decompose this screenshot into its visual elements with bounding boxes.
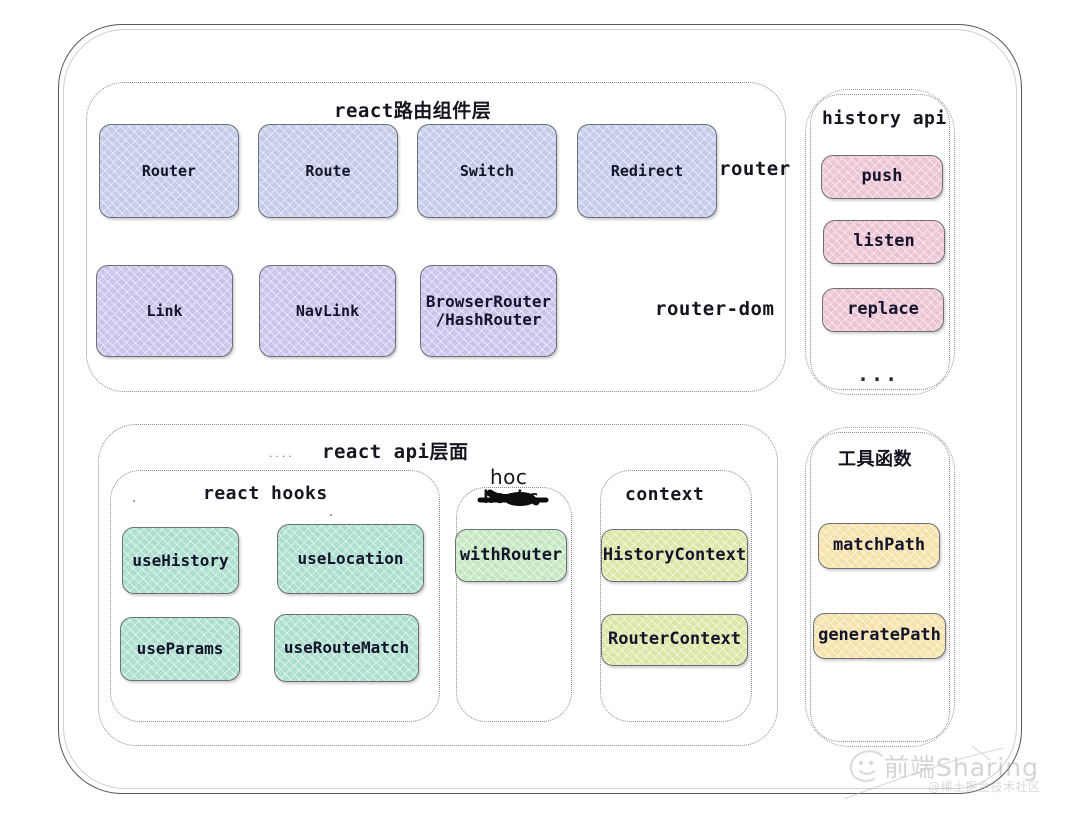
node-label: Redirect <box>610 161 684 180</box>
node-label: Switch <box>459 161 515 180</box>
group-context <box>600 470 752 722</box>
node-switch[interactable]: Switch <box>417 124 557 218</box>
group-caption-hoc-struck: hooks <box>483 487 540 508</box>
pin-dot-mark <box>133 500 135 502</box>
node-uselocation[interactable]: useLocation <box>277 524 424 594</box>
label-router-dom: router-dom <box>655 298 775 320</box>
node-label: replace <box>847 299 919 320</box>
node-label-line1: BrowserRouter <box>425 292 552 312</box>
node-label: Route <box>305 161 351 180</box>
node-route[interactable]: Route <box>258 124 398 218</box>
node-label: RouterContext <box>607 629 742 650</box>
node-push[interactable]: push <box>821 155 943 199</box>
stray-dots-mark: .... <box>268 450 294 460</box>
node-label: withRouter <box>459 544 563 565</box>
group-react-hooks <box>110 470 440 722</box>
group-utils <box>805 427 955 747</box>
label-router: router <box>719 158 791 180</box>
watermark-source: @稀土掘金技术社区 <box>928 780 1041 794</box>
node-label: push <box>861 166 903 187</box>
group-caption-context: context <box>625 484 705 505</box>
group-caption-react-hooks: react hooks <box>203 483 328 504</box>
group-caption-react-api-layer: react api层面 <box>322 441 469 463</box>
watermark: 前端Sharing @稀土掘金技术社区 <box>844 744 1074 810</box>
node-label-line2: /HashRouter <box>435 310 542 329</box>
pin-dot-mark <box>330 514 332 516</box>
node-replace[interactable]: replace <box>822 288 944 332</box>
node-label: generatePath <box>818 625 941 646</box>
node-usehistory[interactable]: useHistory <box>122 527 239 594</box>
node-redirect[interactable]: Redirect <box>577 124 717 218</box>
node-useparams[interactable]: useParams <box>120 617 240 681</box>
history-api-ellipsis: ... <box>857 362 900 386</box>
node-listen[interactable]: listen <box>823 220 945 264</box>
node-link[interactable]: Link <box>96 265 233 357</box>
node-router[interactable]: Router <box>99 124 239 218</box>
node-navlink[interactable]: NavLink <box>259 265 396 357</box>
group-hoc <box>456 487 572 722</box>
node-label: matchPath <box>832 535 926 556</box>
node-label: Router <box>141 161 197 180</box>
group-caption-utils: 工具函数 <box>838 449 912 470</box>
node-label: NavLink <box>295 301 360 320</box>
node-label: useHistory <box>132 550 229 570</box>
node-label: HistoryContext <box>602 544 747 565</box>
node-generatepath[interactable]: generatePath <box>813 613 946 659</box>
node-label: listen <box>853 231 915 252</box>
group-caption-history-api: history api <box>822 108 947 129</box>
node-label: useLocation <box>297 549 404 569</box>
node-routercontext[interactable]: RouterContext <box>601 614 748 666</box>
node-withrouter[interactable]: withRouter <box>455 529 567 582</box>
group-caption-route-component-layer: react路由组件层 <box>334 100 492 122</box>
node-matchpath[interactable]: matchPath <box>818 523 940 569</box>
node-browserrouter-hashrouter[interactable]: BrowserRouter /HashRouter <box>420 265 557 357</box>
node-label: useParams <box>136 639 224 659</box>
node-label: useRouteMatch <box>283 638 410 658</box>
group-caption-hoc: hoc <box>490 465 528 489</box>
node-label: Link <box>146 301 183 320</box>
node-useroutematch[interactable]: useRouteMatch <box>274 614 419 682</box>
node-historycontext[interactable]: HistoryContext <box>601 529 748 582</box>
